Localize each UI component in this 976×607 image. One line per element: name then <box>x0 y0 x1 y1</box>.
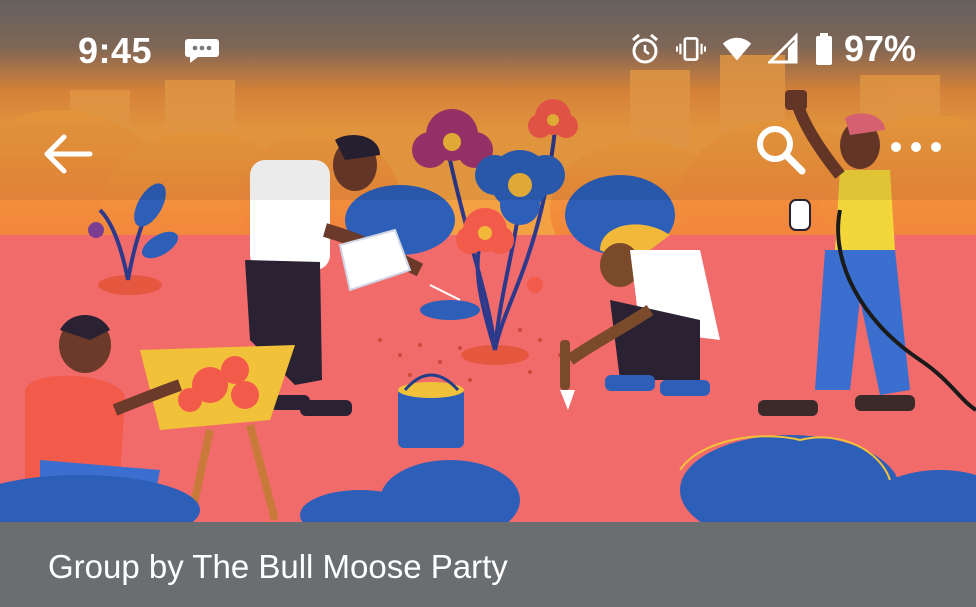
group-owner-label[interactable]: Group by The Bull Moose Party <box>48 548 508 586</box>
status-icons: 97% <box>630 28 916 70</box>
back-arrow-icon <box>44 134 93 174</box>
group-cover-screen: 9:45 97% Group by The Bull Moose Party <box>0 0 976 607</box>
status-time: 9:45 <box>78 30 153 71</box>
more-options-button[interactable] <box>886 134 946 160</box>
paint-bucket <box>398 373 464 448</box>
status-bar: 9:45 97% <box>0 0 976 100</box>
back-button[interactable] <box>38 124 98 184</box>
search-icon <box>757 126 806 175</box>
vibrate-icon <box>675 37 706 61</box>
wifi-icon <box>722 37 752 61</box>
battery-icon <box>815 33 832 65</box>
search-button[interactable] <box>752 122 810 180</box>
chat-bubble-icon <box>185 39 219 63</box>
signal-icon <box>767 32 798 64</box>
more-options-icon <box>891 142 941 152</box>
battery-percentage: 97% <box>843 28 916 69</box>
alarm-icon <box>631 33 658 64</box>
